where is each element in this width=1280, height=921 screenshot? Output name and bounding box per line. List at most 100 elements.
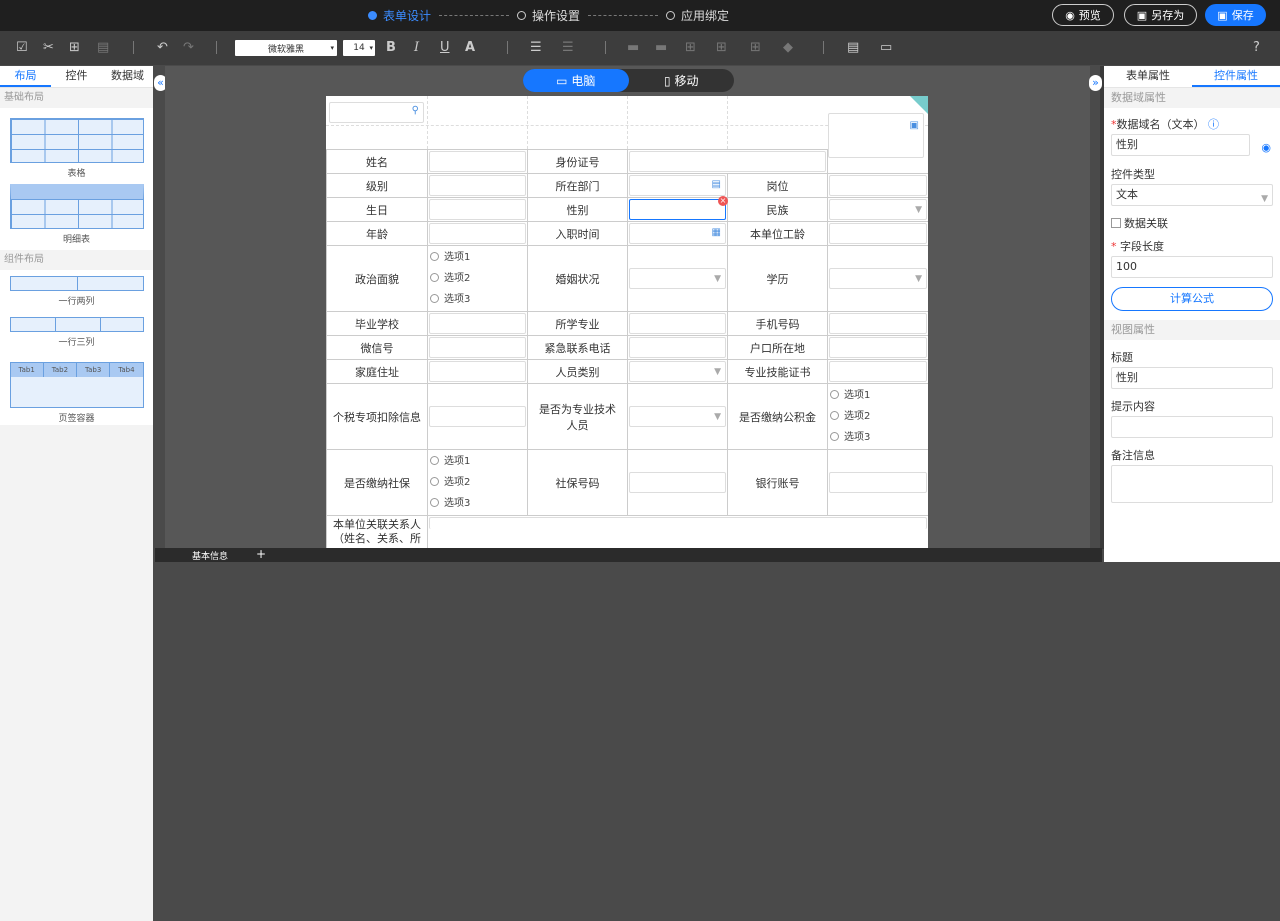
- radio-option[interactable]: 选项3: [430, 289, 526, 310]
- input-cell[interactable]: [427, 383, 528, 450]
- label-cell[interactable]: 身份证号: [527, 149, 628, 174]
- cut-icon[interactable]: ✂: [43, 40, 54, 56]
- radio-option[interactable]: 选项2: [430, 268, 526, 289]
- bold-button[interactable]: B: [386, 40, 396, 56]
- label-cell[interactable]: 民族: [727, 197, 828, 222]
- merge-cells-icon[interactable]: ▬: [627, 40, 639, 56]
- text-input[interactable]: [429, 151, 526, 172]
- step-app-binding[interactable]: 应用绑定: [666, 7, 729, 24]
- radio-option[interactable]: 选项3: [830, 427, 927, 448]
- tab-data-domain[interactable]: 数据域: [102, 66, 153, 87]
- label-cell[interactable]: 毕业学校: [326, 311, 428, 336]
- select-input[interactable]: ▼: [829, 199, 927, 220]
- frame-icon[interactable]: ▭: [880, 40, 892, 56]
- insert-row-icon[interactable]: ⊞: [685, 40, 696, 56]
- text-input[interactable]: [829, 361, 927, 382]
- text-input[interactable]: [829, 337, 927, 358]
- text-input[interactable]: [629, 337, 726, 358]
- input-cell[interactable]: ▼: [627, 245, 728, 312]
- redo-icon[interactable]: ↷: [183, 40, 194, 56]
- radio-group[interactable]: 选项1 选项2 选项3: [827, 383, 928, 450]
- text-input[interactable]: [429, 313, 526, 334]
- input-cell[interactable]: [427, 197, 528, 222]
- label-cell[interactable]: 入职时间: [527, 221, 628, 246]
- split-cells-icon[interactable]: ▬: [655, 40, 667, 56]
- input-cell[interactable]: ▼: [827, 245, 928, 312]
- checkbox-icon[interactable]: ☑: [16, 40, 28, 56]
- input-cell[interactable]: [427, 149, 528, 174]
- label-cell[interactable]: 微信号: [326, 335, 428, 360]
- checkbox-icon[interactable]: [1111, 218, 1121, 228]
- input-cell[interactable]: ▼: [627, 383, 728, 450]
- tab-form-properties[interactable]: 表单属性: [1104, 66, 1192, 87]
- border-icon[interactable]: ⊞: [750, 40, 761, 56]
- input-cell[interactable]: [627, 149, 828, 174]
- sheet-tab[interactable]: 基本信息: [192, 549, 228, 562]
- device-mobile-tab[interactable]: ▯ 移动: [629, 69, 735, 92]
- formula-button[interactable]: 计算公式: [1111, 287, 1273, 311]
- layout-item-two-col[interactable]: 一行两列: [0, 270, 153, 315]
- select-input[interactable]: ▼: [629, 268, 726, 289]
- undo-icon[interactable]: ↶: [157, 40, 168, 56]
- remark-textarea[interactable]: [1111, 465, 1273, 503]
- layout-item-tab-container[interactable]: Tab1 Tab2 Tab3 Tab4 页签容器: [0, 360, 153, 425]
- layout-item-detail[interactable]: 明细表: [0, 180, 153, 250]
- input-cell[interactable]: ▼: [627, 359, 728, 384]
- select-input[interactable]: ▼: [629, 406, 726, 427]
- label-cell[interactable]: 本单位关联关系人（姓名、关系、所: [326, 515, 428, 548]
- label-cell[interactable]: 年龄: [326, 221, 428, 246]
- preview-button[interactable]: ◉ 预览: [1052, 4, 1114, 26]
- label-cell[interactable]: 岗位: [727, 173, 828, 198]
- copy-icon[interactable]: ⊞: [69, 40, 80, 56]
- italic-button[interactable]: I: [414, 40, 419, 56]
- radio-option[interactable]: 选项1: [830, 385, 927, 406]
- input-cell[interactable]: [627, 449, 728, 516]
- input-cell[interactable]: [427, 173, 528, 198]
- step-form-design[interactable]: 表单设计: [368, 7, 431, 24]
- paste-icon[interactable]: ▤: [97, 40, 109, 56]
- label-cell[interactable]: 性别: [527, 197, 628, 222]
- font-color-button[interactable]: A: [465, 40, 475, 56]
- tab-layout[interactable]: 布局: [0, 66, 51, 87]
- input-cell[interactable]: [427, 221, 528, 246]
- radio-group[interactable]: 选项1 选项2 选项3: [427, 245, 528, 312]
- step-operation-settings[interactable]: 操作设置: [517, 7, 580, 24]
- valign-icon[interactable]: ☰: [562, 40, 574, 56]
- input-cell[interactable]: ▼: [827, 197, 928, 222]
- label-cell[interactable]: 级别: [326, 173, 428, 198]
- label-cell[interactable]: 人员类别: [527, 359, 628, 384]
- layout-icon[interactable]: ▤: [847, 40, 859, 56]
- label-cell[interactable]: 户口所在地: [727, 335, 828, 360]
- text-input[interactable]: [429, 175, 526, 196]
- input-cell[interactable]: [827, 449, 928, 516]
- save-as-button[interactable]: ▣ 另存为: [1124, 4, 1197, 26]
- radio-option[interactable]: 选项1: [430, 247, 526, 268]
- label-cell[interactable]: 是否为专业技术人员: [527, 383, 628, 450]
- text-input[interactable]: [629, 472, 726, 493]
- control-type-select[interactable]: 文本 ▼: [1111, 184, 1273, 206]
- tab-controls[interactable]: 控件: [51, 66, 102, 87]
- text-input[interactable]: [629, 151, 826, 172]
- save-button[interactable]: ▣ 保存: [1205, 4, 1266, 26]
- fill-color-icon[interactable]: ◆: [783, 40, 793, 56]
- layout-item-table[interactable]: 表格: [0, 108, 153, 180]
- label-cell[interactable]: 手机号码: [727, 311, 828, 336]
- collapse-right-icon[interactable]: »: [1089, 75, 1102, 91]
- input-cell[interactable]: [427, 311, 528, 336]
- label-cell[interactable]: 婚姻状况: [527, 245, 628, 312]
- font-size-select[interactable]: 14 ▾: [343, 40, 375, 56]
- label-cell[interactable]: 社保号码: [527, 449, 628, 516]
- align-icon[interactable]: ☰: [530, 40, 542, 56]
- add-sheet-button[interactable]: +: [256, 547, 266, 561]
- radio-group[interactable]: 选项1 选项2 选项3: [427, 449, 528, 516]
- input-cell[interactable]: [827, 359, 928, 384]
- text-input[interactable]: [429, 199, 526, 220]
- label-cell[interactable]: 所学专业: [527, 311, 628, 336]
- title-input[interactable]: 性别: [1111, 367, 1273, 389]
- text-input[interactable]: [429, 223, 526, 244]
- label-cell[interactable]: 政治面貌: [326, 245, 428, 312]
- label-cell[interactable]: 个税专项扣除信息: [326, 383, 428, 450]
- input-cell[interactable]: [827, 311, 928, 336]
- font-family-select[interactable]: 微软雅黑 ▾: [235, 40, 337, 56]
- data-link-checkbox[interactable]: 数据关联: [1104, 215, 1280, 230]
